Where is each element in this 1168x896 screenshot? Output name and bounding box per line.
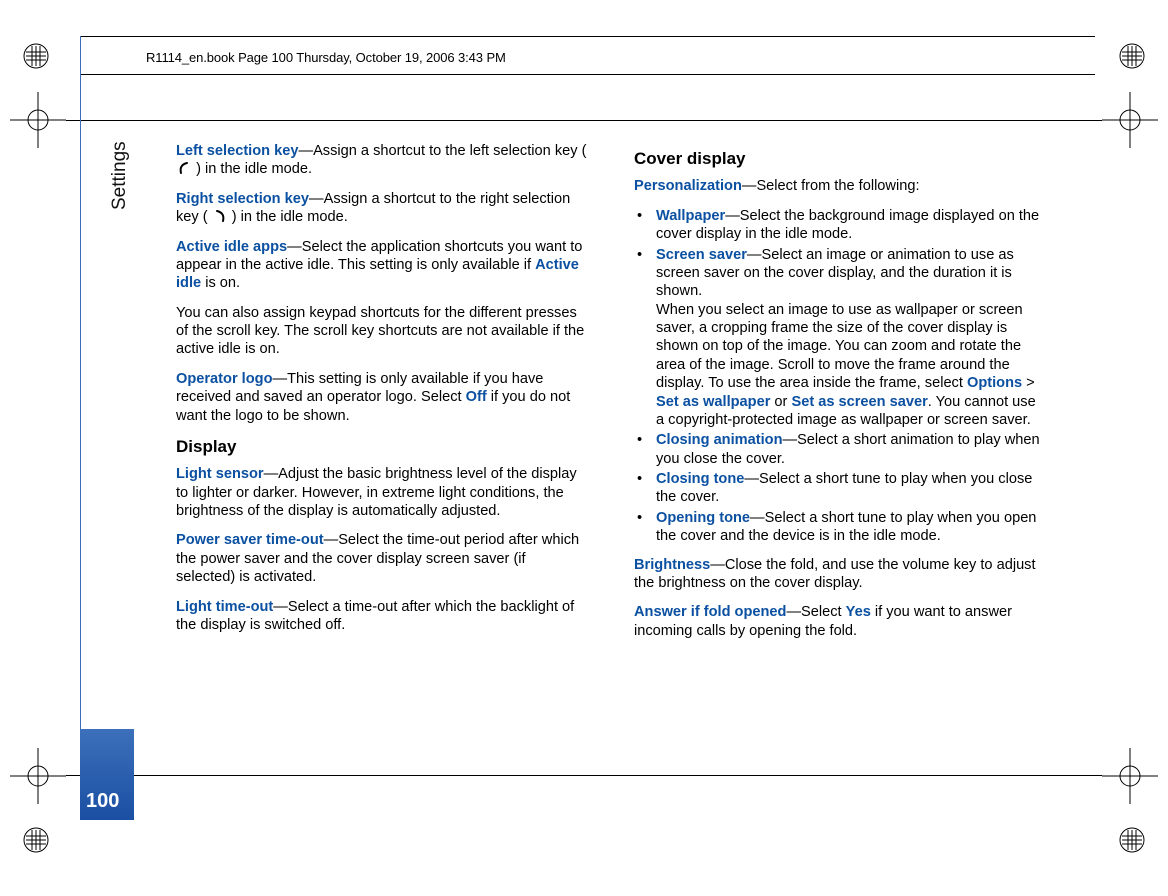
crop-rule-bottom xyxy=(66,775,1102,776)
term: Screen saver xyxy=(656,247,747,263)
registration-mark-icon xyxy=(1118,42,1146,70)
section-label: Settings xyxy=(109,141,131,210)
term: Closing animation xyxy=(656,432,782,448)
bullet-wallpaper: Wallpaper—Select the background image di… xyxy=(634,207,1046,244)
option: Options xyxy=(967,375,1022,391)
content-area: Left selection key—Assign a shortcut to … xyxy=(176,142,1046,651)
term: Brightness xyxy=(634,557,710,573)
option: Set as screen saver xyxy=(791,394,927,410)
document-page: R1114_en.book Page 100 Thursday, October… xyxy=(0,0,1168,896)
registration-mark-icon xyxy=(1118,826,1146,854)
text: or xyxy=(770,394,791,410)
personalization-bullets: Wallpaper—Select the background image di… xyxy=(634,207,1046,546)
bullet-closing-animation: Closing animation—Select a short animati… xyxy=(634,431,1046,468)
header-rule-bottom xyxy=(80,74,1095,75)
crosshair-icon xyxy=(10,92,66,148)
heading-display: Display xyxy=(176,436,588,457)
term: Light time-out xyxy=(176,599,273,615)
term: Power saver time-out xyxy=(176,532,324,548)
registration-mark-icon xyxy=(22,826,50,854)
text: ) in the idle mode. xyxy=(196,161,312,177)
para-light-sensor: Light sensor—Adjust the basic brightness… xyxy=(176,465,588,520)
crosshair-icon xyxy=(10,748,66,804)
term: Right selection key xyxy=(176,191,309,207)
registration-mark-icon xyxy=(22,42,50,70)
para-power-saver-timeout: Power saver time-out—Select the time-out… xyxy=(176,531,588,586)
text: —Select xyxy=(786,604,845,620)
option: Yes xyxy=(846,604,871,620)
para-operator-logo: Operator logo—This setting is only avail… xyxy=(176,370,588,425)
term: Closing tone xyxy=(656,471,744,487)
term: Operator logo xyxy=(176,371,272,387)
option: Off xyxy=(466,389,487,405)
column-right: Cover display Personalization—Select fro… xyxy=(634,142,1046,651)
page-number: 100 xyxy=(86,790,119,813)
text: ) in the idle mode. xyxy=(232,209,348,225)
para-active-idle-apps: Active idle apps—Select the application … xyxy=(176,238,588,293)
heading-cover-display: Cover display xyxy=(634,148,1046,169)
term: Light sensor xyxy=(176,466,264,482)
para-light-timeout: Light time-out—Select a time-out after w… xyxy=(176,598,588,635)
crosshair-icon xyxy=(1102,748,1158,804)
term: Opening tone xyxy=(656,510,750,526)
para-answer-if-fold-opened: Answer if fold opened—Select Yes if you … xyxy=(634,603,1046,640)
term: Answer if fold opened xyxy=(634,604,786,620)
crop-rule-top xyxy=(66,120,1102,121)
term: Personalization xyxy=(634,178,742,194)
right-softkey-icon xyxy=(212,209,228,223)
option: Set as wallpaper xyxy=(656,394,770,410)
text: —Select from the following: xyxy=(742,178,920,194)
header-rule-top xyxy=(80,36,1095,37)
term: Active idle apps xyxy=(176,239,287,255)
text: —Assign a shortcut to the left selection… xyxy=(298,143,586,159)
page-header-text: R1114_en.book Page 100 Thursday, October… xyxy=(146,50,506,65)
term: Wallpaper xyxy=(656,208,725,224)
para-brightness: Brightness—Close the fold, and use the v… xyxy=(634,556,1046,593)
text: > xyxy=(1022,375,1035,391)
para-personalization: Personalization—Select from the followin… xyxy=(634,177,1046,195)
para-left-selection-key: Left selection key—Assign a shortcut to … xyxy=(176,142,588,179)
bullet-screen-saver: Screen saver—Select an image or animatio… xyxy=(634,246,1046,430)
side-rule xyxy=(80,36,81,820)
bullet-closing-tone: Closing tone—Select a short tune to play… xyxy=(634,470,1046,507)
term: Left selection key xyxy=(176,143,298,159)
para-right-selection-key: Right selection key—Assign a shortcut to… xyxy=(176,190,588,227)
left-softkey-icon xyxy=(176,161,192,175)
bullet-opening-tone: Opening tone—Select a short tune to play… xyxy=(634,509,1046,546)
text: is on. xyxy=(201,275,240,291)
para-scroll-key-note: You can also assign keypad shortcuts for… xyxy=(176,304,588,359)
crosshair-icon xyxy=(1102,92,1158,148)
column-left: Left selection key—Assign a shortcut to … xyxy=(176,142,588,651)
